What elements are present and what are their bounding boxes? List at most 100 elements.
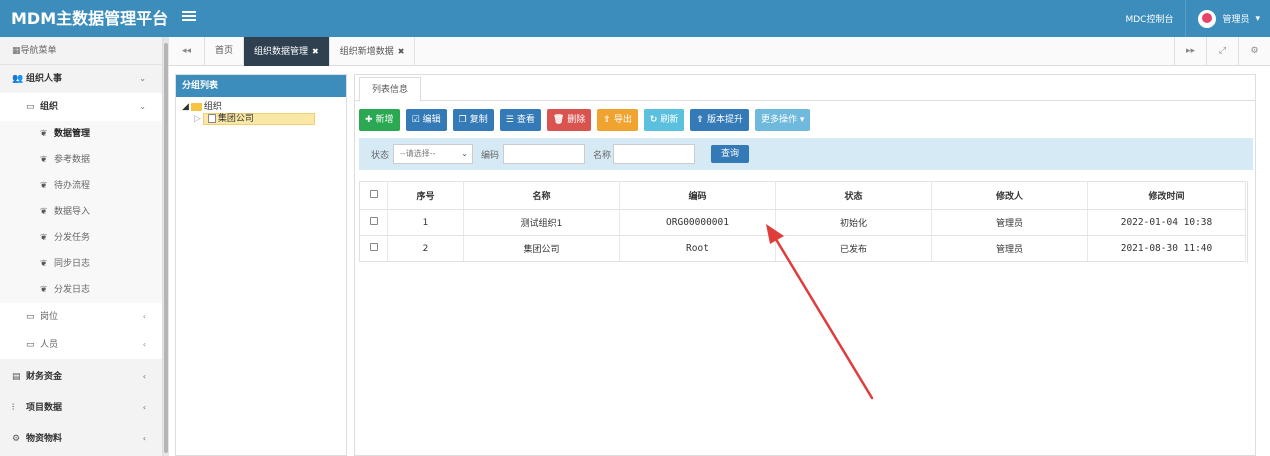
tab-list-info[interactable]: 列表信息 <box>359 77 422 102</box>
table-cell: 管理员 <box>931 235 1088 262</box>
user-menu[interactable]: 管理员 ▾ <box>1198 9 1260 28</box>
export-icon: ⇪ <box>603 115 611 125</box>
leaf-icon: ❦ <box>40 207 48 217</box>
sidebar-item-finance[interactable]: ▤ 财务资金 ‹ <box>0 363 162 391</box>
tree-leaf-caret-icon: ▷ <box>194 114 201 124</box>
sidebar-scrollbar[interactable] <box>163 37 169 456</box>
table-header-row: 序号 名称 编码 状态 修改人 修改时间 <box>359 181 1246 210</box>
menu-toggle-icon[interactable] <box>182 11 196 23</box>
sitemap-icon: ⫶ <box>12 403 15 413</box>
folder-open-icon <box>190 102 202 111</box>
leaf-icon: ❦ <box>40 285 48 295</box>
tree-expand-icon[interactable]: ◢ <box>182 102 189 112</box>
file-icon <box>207 114 216 123</box>
chevron-left-icon: ‹ <box>142 312 146 321</box>
leaf-icon: ❦ <box>40 233 48 243</box>
chevron-left-icon: ‹ <box>142 434 146 443</box>
table-scrollbar[interactable] <box>1247 181 1253 263</box>
copy-icon: ❐ <box>458 115 467 125</box>
table-cell: 2021-08-30 11:40 <box>1087 235 1246 262</box>
column-header[interactable]: 修改时间 <box>1087 181 1246 210</box>
close-icon[interactable]: ✖ <box>398 47 405 56</box>
refresh-button[interactable]: ↻ 刷新 <box>643 109 685 131</box>
trash-icon: 🗑 <box>552 115 565 125</box>
table-row[interactable]: 2 集团公司 Root 已发布 管理员 2021-08-30 11:40 <box>359 235 1246 262</box>
plus-icon: ✚ <box>365 115 373 125</box>
view-button[interactable]: ☰ 查看 <box>499 109 541 131</box>
column-header[interactable]: 修改人 <box>931 181 1088 210</box>
column-header[interactable]: 编码 <box>619 181 776 210</box>
status-select[interactable]: --请选择-- ⌄ <box>393 144 473 164</box>
page-tabs-bar: ◂◂ 首页 组织数据管理 ✖ 组织新增数据 ✖ ▸▸ ⤢ ⚙ <box>169 37 1270 66</box>
app-title: MDM主数据管理平台 <box>0 0 170 37</box>
column-header[interactable]: 名称 <box>463 181 620 210</box>
tab-org-data-management[interactable]: 组织数据管理 ✖ <box>244 37 330 66</box>
sidebar-item-reference-data[interactable]: ❦ 参考数据 <box>0 147 162 173</box>
chevron-down-icon: ⌄ <box>139 74 146 83</box>
sidebar-item-sync-log[interactable]: ❦ 同步日志 <box>0 251 162 277</box>
delete-button[interactable]: 🗑 删除 <box>546 109 592 131</box>
gear-icon[interactable]: ⚙ <box>1238 37 1270 66</box>
more-actions-button[interactable]: 更多操作 ▾ <box>754 109 811 131</box>
chevron-down-icon: ⌄ <box>139 102 146 111</box>
tab-org-new-data[interactable]: 组织新增数据 ✖ <box>330 37 416 66</box>
leaf-icon: ❦ <box>40 181 48 191</box>
list-panel: 列表信息 ✚ 新增 ☑ 编辑 ❐ 复制 ☰ 查看 🗑 删除 ⇪ 导出 ↻ 刷新 ⇧ 版本提升 更… <box>354 74 1256 456</box>
cubes-icon: ⚙ <box>12 434 21 444</box>
name-input[interactable] <box>613 144 695 164</box>
sidebar-item-data-management[interactable]: ❦ 数据管理 <box>0 121 162 147</box>
code-input[interactable] <box>503 144 585 164</box>
upgrade-icon: ⇧ <box>696 115 704 125</box>
grid-icon: ▦ <box>12 46 21 56</box>
table-cell: 1 <box>387 209 464 236</box>
row-checkbox[interactable] <box>359 209 388 236</box>
copy-button[interactable]: ❐ 复制 <box>452 109 494 131</box>
sidebar-item-org-hr[interactable]: 👥 组织人事 ⌄ <box>0 65 162 93</box>
sidebar-item-data-import[interactable]: ❦ 数据导入 <box>0 199 162 225</box>
sidebar-header: ▦导航菜单 <box>0 37 162 65</box>
sidebar-item-org[interactable]: ▭ 组织 ⌄ <box>0 93 162 121</box>
version-upgrade-button[interactable]: ⇧ 版本提升 <box>690 109 749 131</box>
code-label: 编码 <box>481 151 500 161</box>
tree-node-root[interactable]: ◢ 组织 <box>176 101 346 113</box>
leaf-icon: ❦ <box>40 155 48 165</box>
edit-button[interactable]: ☑ 编辑 <box>405 109 447 131</box>
add-button[interactable]: ✚ 新增 <box>359 109 400 131</box>
close-icon[interactable]: ✖ <box>312 47 319 56</box>
table-cell: 2022-01-04 10:38 <box>1087 209 1246 236</box>
tab-home[interactable]: 首页 <box>205 37 245 66</box>
folder-icon: ▭ <box>26 340 35 350</box>
chevron-left-icon: ‹ <box>142 403 146 412</box>
tabs-scroll-left-icon[interactable]: ◂◂ <box>169 37 205 66</box>
chevron-left-icon: ‹ <box>142 340 146 349</box>
sidebar-item-project[interactable]: ⫶ 项目数据 ‹ <box>0 394 162 422</box>
fullscreen-icon[interactable]: ⤢ <box>1206 37 1238 66</box>
column-header[interactable]: 序号 <box>387 181 464 210</box>
console-link[interactable]: MDC控制台 <box>1125 12 1173 25</box>
sidebar-item-materials[interactable]: ⚙ 物资物料 ‹ <box>0 425 162 453</box>
sidebar-item-pending-workflow[interactable]: ❦ 待办流程 <box>0 173 162 199</box>
avatar-icon <box>1198 9 1217 28</box>
tree-node-group-company[interactable]: ▷ 集团公司 <box>176 113 346 125</box>
group-tree-panel: 分组列表 ◢ 组织 ▷ 集团公司 <box>175 74 347 456</box>
table-row[interactable]: 1 测试组织1 ORG00000001 初始化 管理员 2022-01-04 1… <box>359 209 1246 236</box>
table-cell: 初始化 <box>775 209 932 236</box>
query-button[interactable]: 查询 <box>711 145 750 163</box>
tabs-scroll-right-icon[interactable]: ▸▸ <box>1174 37 1206 66</box>
table-cell: 已发布 <box>775 235 932 262</box>
select-all-checkbox[interactable] <box>359 181 388 210</box>
row-checkbox[interactable] <box>359 235 388 262</box>
edit-icon: ☑ <box>411 115 420 125</box>
table-cell: 测试组织1 <box>463 209 620 236</box>
sidebar-item-distribute-log[interactable]: ❦ 分发日志 <box>0 277 162 303</box>
name-label: 名称 <box>593 151 612 161</box>
refresh-icon: ↻ <box>649 115 658 125</box>
sidebar-item-personnel[interactable]: ▭ 人员 ‹ <box>0 331 162 359</box>
users-icon: 👥 <box>12 74 24 84</box>
table-cell: 集团公司 <box>463 235 620 262</box>
export-button[interactable]: ⇪ 导出 <box>597 109 638 131</box>
column-header[interactable]: 状态 <box>775 181 932 210</box>
sidebar-item-position[interactable]: ▭ 岗位 ‹ <box>0 303 162 331</box>
sidebar-item-distribute-task[interactable]: ❦ 分发任务 <box>0 225 162 251</box>
folder-icon: ▭ <box>26 102 35 112</box>
